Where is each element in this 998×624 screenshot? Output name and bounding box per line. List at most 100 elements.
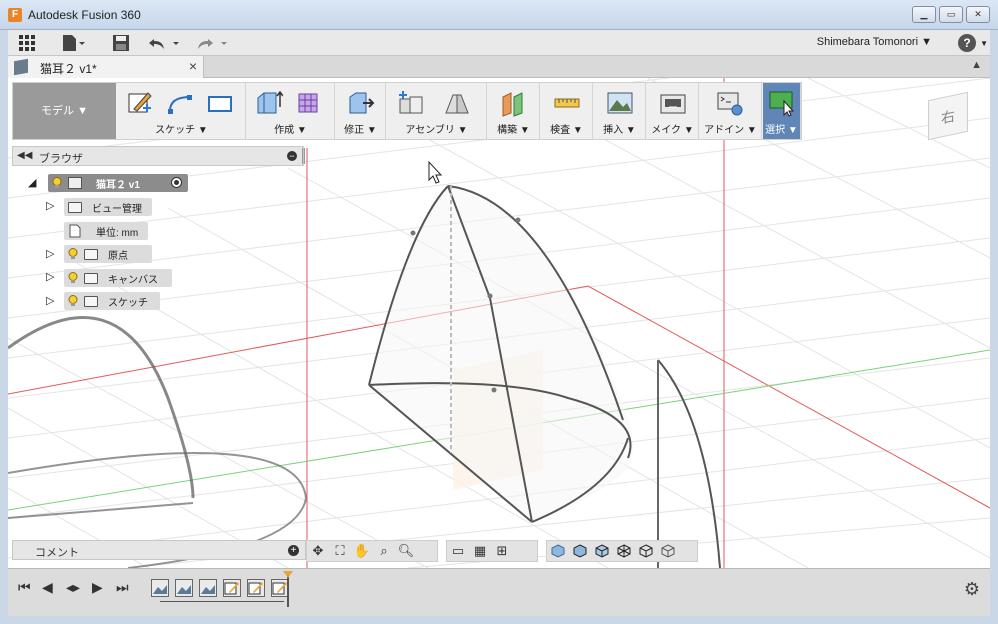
timeline: ⏮ ◀ ◂▸ ▶ ⏭ ⚙	[8, 568, 990, 616]
timeline-end-icon[interactable]: ⏭	[116, 579, 129, 596]
save-icon[interactable]	[112, 32, 130, 54]
redo-icon[interactable]	[196, 32, 230, 54]
expand-views-icon[interactable]: ▷	[46, 199, 54, 212]
help-chevron-icon[interactable]: ▼	[980, 39, 988, 48]
timeline-canvas-feature-icon[interactable]	[151, 579, 169, 597]
scripts-addins-icon[interactable]	[716, 89, 744, 117]
ribbon-label-inspect: 検査 ▼	[550, 125, 583, 136]
select-icon[interactable]	[768, 89, 796, 117]
add-comment-icon[interactable]: +	[288, 545, 299, 556]
undo-icon[interactable]	[148, 32, 182, 54]
browser-header[interactable]: ◀◀ ブラウザ −	[12, 146, 304, 166]
joint-icon[interactable]	[443, 89, 471, 117]
ribbon-label-create: 作成 ▼	[274, 125, 307, 136]
comments-panel[interactable]: コメント +	[12, 540, 306, 560]
timeline-canvas-feature-icon[interactable]	[175, 579, 193, 597]
timeline-sketch-feature-icon[interactable]	[247, 579, 265, 597]
expand-root-icon[interactable]: ◢	[28, 176, 36, 189]
measure-icon[interactable]	[553, 89, 581, 117]
close-tab-icon[interactable]: ×	[189, 58, 197, 74]
shaded-cube-icon[interactable]	[547, 541, 569, 561]
quick-access-toolbar: Shimebara Tomonori ▼ ? ▼	[8, 30, 990, 56]
close-window-button[interactable]: ✕	[966, 6, 990, 23]
window-title: Autodesk Fusion 360	[28, 8, 141, 22]
ribbon-group-make[interactable]: メイク ▼	[647, 83, 699, 139]
visibility-bulb-icon[interactable]	[68, 248, 78, 260]
tree-item-label: キャンバス	[108, 274, 158, 286]
sketch-rectangle-icon[interactable]	[206, 89, 234, 117]
timeline-play-icon[interactable]: ▶	[92, 579, 103, 596]
timeline-canvas-feature-icon[interactable]	[199, 579, 217, 597]
tree-item-canvases[interactable]: キャンバス	[64, 269, 172, 287]
fit-icon[interactable]: 🔍︎	[395, 541, 417, 561]
browser-minimize-icon[interactable]: −	[287, 151, 297, 161]
ribbon-label-modify: 修正 ▼	[344, 125, 377, 136]
timeline-settings-gear-icon[interactable]: ⚙	[964, 579, 980, 600]
ribbon-group-construct[interactable]: 構築 ▼	[488, 83, 540, 139]
ribbon-group-create[interactable]: 作成 ▼	[247, 83, 335, 139]
window-controls: ▁ ▭ ✕	[912, 6, 990, 23]
tree-item-sketches[interactable]: スケッチ	[64, 292, 160, 310]
timeline-previous-icon[interactable]: ◀	[42, 579, 53, 596]
offset-plane-icon[interactable]	[500, 89, 528, 117]
expand-origin-icon[interactable]: ▷	[46, 247, 54, 260]
ribbon-group-select[interactable]: 選択 ▼	[763, 83, 801, 139]
wireframe-cube-icon[interactable]	[613, 541, 635, 561]
timeline-marker[interactable]	[287, 573, 289, 607]
tree-item-origin[interactable]: 原点	[64, 245, 152, 263]
visibility-bulb-icon[interactable]	[68, 272, 78, 284]
file-menu-icon[interactable]	[60, 32, 86, 54]
insert-image-icon[interactable]	[606, 89, 634, 117]
grid-snaps-icon[interactable]: ▦	[469, 541, 491, 561]
expand-canvases-icon[interactable]: ▷	[46, 270, 54, 283]
ribbon-group-assemble[interactable]: アセンブリ ▼	[387, 83, 487, 139]
maximize-button[interactable]: ▭	[939, 6, 963, 23]
ribbon-label-sketch: スケッチ ▼	[155, 125, 208, 136]
ribbon-group-modify[interactable]: 修正 ▼	[336, 83, 386, 139]
pan-icon[interactable]: ✋	[351, 541, 373, 561]
tree-item-named-views[interactable]: ビュー管理	[64, 198, 152, 216]
new-component-icon[interactable]	[397, 89, 425, 117]
timeline-start-icon[interactable]: ⏮	[18, 579, 31, 596]
viewports-icon[interactable]: ⊞	[491, 541, 513, 561]
tree-item-label: スケッチ	[108, 297, 148, 309]
minimize-button[interactable]: ▁	[912, 6, 936, 23]
timeline-play-reverse-icon[interactable]: ◂▸	[66, 579, 80, 596]
sketch-arc-icon[interactable]	[166, 89, 194, 117]
visible-edges-cube-icon[interactable]	[657, 541, 679, 561]
hidden-edges-cube-icon[interactable]	[591, 541, 613, 561]
timeline-sketch-feature-icon[interactable]	[223, 579, 241, 597]
press-pull-icon[interactable]	[347, 89, 375, 117]
collapse-toolbar-icon[interactable]: ▲	[971, 59, 982, 71]
data-panel-grid-icon[interactable]	[18, 32, 36, 54]
zoom-icon[interactable]: ⌕	[373, 541, 395, 561]
expand-sketches-icon[interactable]: ▷	[46, 294, 54, 307]
document-tab[interactable]: 猫耳２ v1* ×	[8, 56, 204, 78]
workspace-mode-button[interactable]: モデル ▼	[13, 83, 116, 139]
ribbon-group-insert[interactable]: 挿入 ▼	[594, 83, 646, 139]
viewcube[interactable]: 右	[928, 91, 968, 141]
visibility-bulb-icon[interactable]	[52, 177, 62, 189]
timeline-marker-handle-icon[interactable]	[283, 571, 293, 578]
activate-radio-icon[interactable]	[171, 177, 182, 188]
left-sketch-arc	[8, 316, 195, 499]
create-sketch-icon[interactable]	[126, 89, 154, 117]
3d-print-icon[interactable]	[659, 89, 687, 117]
ribbon-group-sketch[interactable]: スケッチ ▼	[118, 83, 246, 139]
look-at-icon[interactable]: ⛶	[329, 541, 351, 561]
ribbon-group-inspect[interactable]: 検査 ▼	[541, 83, 593, 139]
display-settings-icon[interactable]: ▭	[447, 541, 469, 561]
help-icon[interactable]: ?	[958, 34, 976, 52]
browser-resize-handle[interactable]	[302, 148, 305, 164]
shaded-edges-cube-icon[interactable]	[569, 541, 591, 561]
wireframe-hidden-cube-icon[interactable]	[635, 541, 657, 561]
extrude-icon[interactable]	[255, 89, 283, 117]
visibility-bulb-icon[interactable]	[68, 295, 78, 307]
tree-item-units[interactable]: 単位: mm	[64, 222, 148, 240]
tree-root-node[interactable]: 猫耳２ v1	[48, 174, 188, 192]
user-menu[interactable]: Shimebara Tomonori ▼	[817, 36, 932, 48]
form-icon[interactable]	[295, 89, 323, 117]
ribbon-group-addins[interactable]: アドイン ▼	[700, 83, 762, 139]
collapse-browser-icon[interactable]: ◀◀	[17, 150, 32, 161]
orbit-icon[interactable]: ✥	[307, 541, 329, 561]
